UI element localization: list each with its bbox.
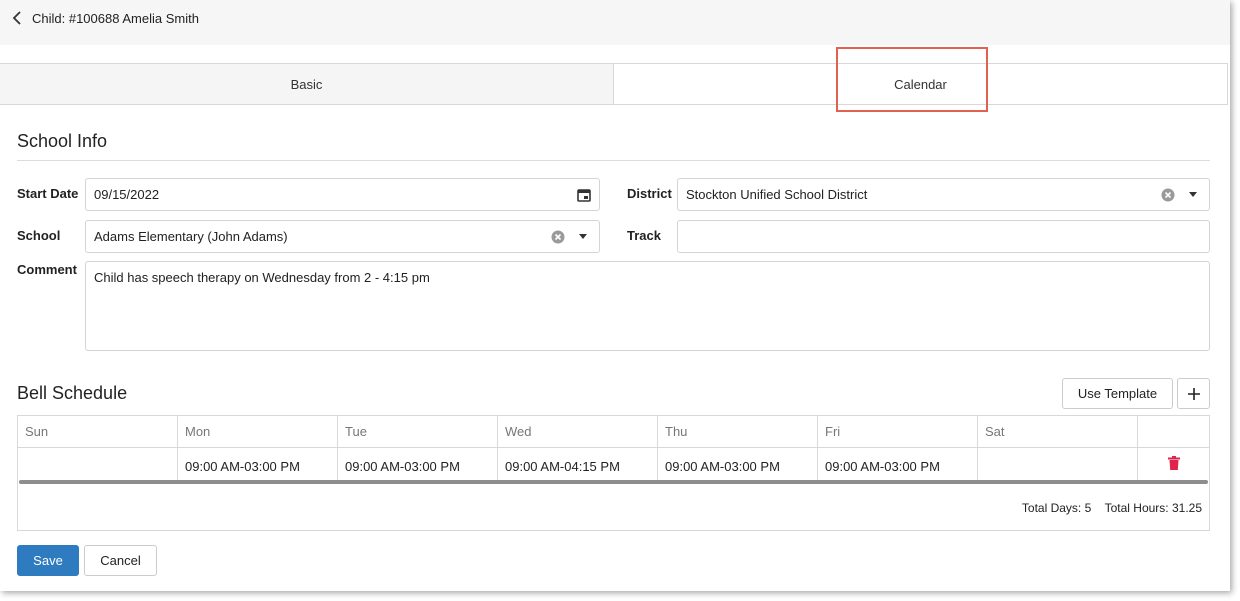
cancel-button[interactable]: Cancel <box>84 545 157 576</box>
total-days: Total Days: 5 <box>1021 501 1092 515</box>
column-header: Sun <box>18 416 178 447</box>
schedule-totals: Total Days: 5 Total Hours: 31.25 <box>1022 501 1202 515</box>
start-date-label: Start Date <box>17 186 79 201</box>
time-cell[interactable]: 09:00 AM-03:00 PM <box>338 447 498 483</box>
time-cell[interactable] <box>978 447 1138 483</box>
header-bar: Child: #100688 Amelia Smith <box>0 0 1230 45</box>
district-value: Stockton Unified School District <box>686 187 868 202</box>
column-header: Sat <box>978 416 1138 447</box>
clear-circle-icon[interactable] <box>551 230 565 244</box>
school-info-title: School Info <box>17 131 108 151</box>
tab-basic[interactable]: Basic <box>0 64 614 104</box>
comment-textarea[interactable]: Child has speech therapy on Wednesday fr… <box>85 261 1210 351</box>
trash-icon[interactable] <box>1167 455 1180 470</box>
row-actions <box>1138 447 1209 483</box>
add-schedule-button[interactable] <box>1177 378 1210 409</box>
start-date-field[interactable]: 09/15/2022 <box>85 178 600 211</box>
back-button[interactable] <box>8 8 26 28</box>
time-cell[interactable]: 09:00 AM-03:00 PM <box>658 447 818 483</box>
column-header: Mon <box>178 416 338 447</box>
table-header-row: Sun Mon Tue Wed Thu Fri Sat <box>18 416 1209 448</box>
track-input[interactable] <box>677 220 1210 253</box>
total-hours: Total Hours: 31.25 <box>1104 501 1202 515</box>
clear-circle-icon[interactable] <box>1161 188 1175 202</box>
bell-schedule-title: Bell Schedule <box>17 383 128 403</box>
tab-bar: Basic Calendar <box>0 63 1228 105</box>
column-header: Wed <box>498 416 658 447</box>
track-label: Track <box>627 228 661 243</box>
caret-down-icon[interactable] <box>579 234 587 239</box>
start-date-value: 09/15/2022 <box>94 187 160 202</box>
save-button[interactable]: Save <box>17 545 79 576</box>
section-divider <box>17 160 1210 161</box>
table-row: 09:00 AM-03:00 PM 09:00 AM-03:00 PM 09:0… <box>18 447 1209 483</box>
chevron-left-icon <box>12 11 21 25</box>
horizontal-scrollbar[interactable] <box>19 480 1208 484</box>
use-template-button[interactable]: Use Template <box>1062 378 1173 409</box>
column-header: Tue <box>338 416 498 447</box>
school-select[interactable]: Adams Elementary (John Adams) <box>85 220 600 253</box>
column-header: Thu <box>658 416 818 447</box>
calendar-icon[interactable] <box>577 188 591 202</box>
time-cell[interactable]: 09:00 AM-03:00 PM <box>178 447 338 483</box>
district-label: District <box>627 186 672 201</box>
district-select[interactable]: Stockton Unified School District <box>677 178 1210 211</box>
school-label: School <box>17 228 61 243</box>
page-title: Child: #100688 Amelia Smith <box>32 11 199 26</box>
tab-calendar[interactable]: Calendar <box>614 64 1228 104</box>
app-window: Child: #100688 Amelia Smith Basic Calend… <box>0 0 1230 591</box>
plus-icon <box>1187 387 1200 400</box>
comment-label: Comment <box>17 262 77 277</box>
caret-down-icon[interactable] <box>1189 192 1197 197</box>
time-cell[interactable] <box>18 447 178 483</box>
time-cell[interactable]: 09:00 AM-04:15 PM <box>498 447 658 483</box>
column-header: Fri <box>818 416 978 447</box>
time-cell[interactable]: 09:00 AM-03:00 PM <box>818 447 978 483</box>
column-header-actions <box>1138 416 1209 447</box>
bell-schedule-table: Sun Mon Tue Wed Thu Fri Sat 09:00 AM-03:… <box>17 415 1210 531</box>
school-value: Adams Elementary (John Adams) <box>94 229 288 244</box>
